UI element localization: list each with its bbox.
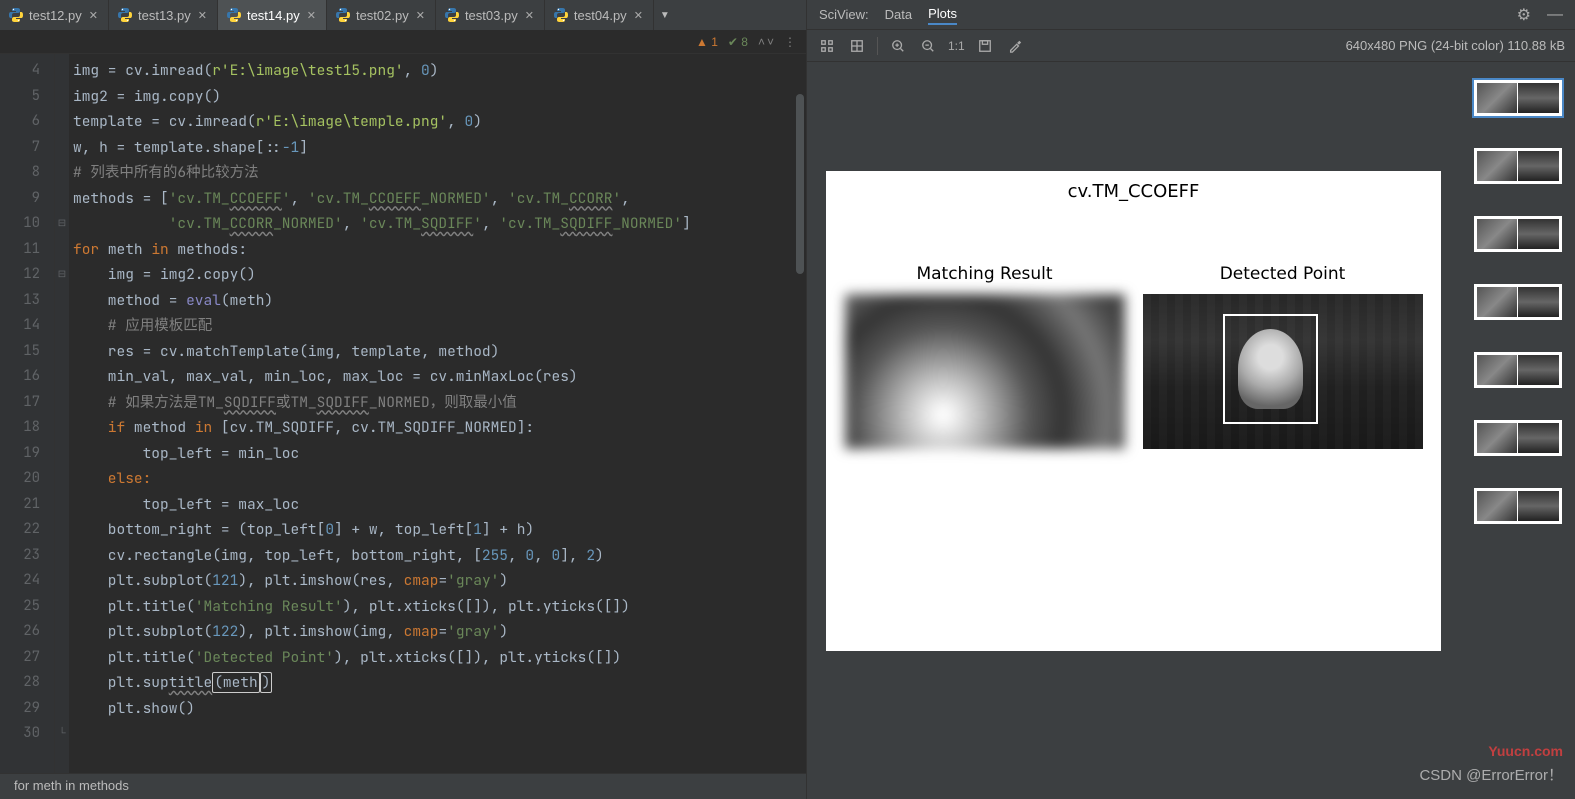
minimize-icon[interactable]: —	[1547, 6, 1563, 24]
inspection-bar: ▲ 1 ✔ 8 ˄˅ ⋮	[0, 30, 806, 54]
more-icon[interactable]: ⋮	[784, 35, 796, 49]
sciview-data-tab[interactable]: Data	[885, 5, 912, 24]
python-icon	[226, 7, 242, 23]
subplot-right: Detected Point	[1143, 264, 1423, 449]
close-icon[interactable]: ✕	[87, 9, 100, 22]
fold-icon[interactable]: ⊟	[55, 262, 69, 288]
plot-suptitle: cv.TM_CCOEFF	[1068, 181, 1200, 202]
tab-label: test04.py	[574, 8, 627, 23]
thumbnail[interactable]	[1474, 216, 1562, 252]
plot-canvas: cv.TM_CCOEFF Matching Result Detected Po…	[826, 171, 1441, 651]
tab-test03[interactable]: test03.py ✕	[436, 0, 545, 30]
fold-end-icon[interactable]: └	[55, 721, 69, 747]
breadcrumb[interactable]: for meth in methods	[0, 773, 806, 799]
subplot-title: Detected Point	[1220, 264, 1346, 284]
python-icon	[444, 7, 460, 23]
plot-viewer[interactable]: cv.TM_CCOEFF Matching Result Detected Po…	[807, 62, 1460, 799]
code-text[interactable]: img = cv.imread(r'E:\image\test15.png', …	[69, 54, 806, 773]
matching-result-image	[845, 294, 1125, 449]
actual-size-button[interactable]: 1:1	[948, 36, 965, 56]
line-gutter: 4567891011121314151617181920212223242526…	[0, 54, 55, 773]
editor-tab-bar: test12.py ✕ test13.py ✕ test14.py ✕ test02.…	[0, 0, 806, 30]
next-highlight[interactable]: ˅	[767, 35, 774, 49]
thumbnail[interactable]	[1474, 420, 1562, 456]
close-icon[interactable]: ✕	[414, 9, 427, 22]
tab-test13[interactable]: test13.py ✕	[109, 0, 218, 30]
editor-scrollbar[interactable]	[796, 94, 804, 274]
fold-column[interactable]: ⊟ ⊟ └	[55, 54, 69, 773]
prev-highlight[interactable]: ˄	[758, 35, 765, 49]
thumbnail[interactable]	[1474, 80, 1562, 116]
python-icon	[335, 7, 351, 23]
subplot-title: Matching Result	[916, 264, 1052, 284]
image-info: 640x480 PNG (24-bit color) 110.88 kB	[1346, 38, 1565, 53]
close-icon[interactable]: ✕	[523, 9, 536, 22]
grid-icon[interactable]	[847, 36, 867, 56]
thumbnail[interactable]	[1474, 284, 1562, 320]
detected-point-image	[1143, 294, 1423, 449]
tab-label: test13.py	[138, 8, 191, 23]
more-tabs-dropdown[interactable]: ▼	[654, 0, 676, 30]
plot-area: cv.TM_CCOEFF Matching Result Detected Po…	[807, 62, 1575, 799]
sciview-label: SciView:	[819, 7, 869, 22]
sciview-plots-tab[interactable]: Plots	[928, 4, 957, 25]
tab-test02[interactable]: test02.py ✕	[327, 0, 436, 30]
zoom-out-icon[interactable]	[918, 36, 938, 56]
save-icon[interactable]	[975, 36, 995, 56]
zoom-in-icon[interactable]	[888, 36, 908, 56]
plot-toolbar: 1:1 640x480 PNG (24-bit color) 110.88 kB	[807, 30, 1575, 62]
typo-icon[interactable]: ✔ 8	[728, 35, 748, 49]
tab-label: test12.py	[29, 8, 82, 23]
watermark: CSDN @ErrorError！	[1419, 764, 1563, 785]
python-icon	[117, 7, 133, 23]
subplot-left: Matching Result	[845, 264, 1125, 449]
nav-arrows: ˄˅	[758, 35, 774, 49]
tab-label: test14.py	[247, 8, 300, 23]
code-editor[interactable]: 4567891011121314151617181920212223242526…	[0, 54, 806, 773]
python-icon	[553, 7, 569, 23]
fold-icon[interactable]: ⊟	[55, 211, 69, 237]
close-icon[interactable]: ✕	[305, 9, 318, 22]
tab-label: test03.py	[465, 8, 518, 23]
tab-label: test02.py	[356, 8, 409, 23]
sciview-header: SciView: Data Plots ⚙ —	[807, 0, 1575, 30]
thumbnail[interactable]	[1474, 352, 1562, 388]
tab-test14[interactable]: test14.py ✕	[218, 0, 327, 30]
close-icon[interactable]: ✕	[632, 9, 645, 22]
tab-test04[interactable]: test04.py ✕	[545, 0, 654, 30]
color-picker-icon[interactable]	[1005, 36, 1025, 56]
tab-test12[interactable]: test12.py ✕	[0, 0, 109, 30]
warning-icon[interactable]: ▲ 1	[696, 35, 718, 49]
close-icon[interactable]: ✕	[196, 9, 209, 22]
watermark: Yuucn.com	[1488, 743, 1563, 759]
thumbnail[interactable]	[1474, 488, 1562, 524]
thumbnail[interactable]	[1474, 148, 1562, 184]
fit-icon[interactable]	[817, 36, 837, 56]
plot-thumbnails	[1460, 62, 1575, 799]
python-icon	[8, 7, 24, 23]
gear-icon[interactable]: ⚙	[1517, 5, 1531, 25]
